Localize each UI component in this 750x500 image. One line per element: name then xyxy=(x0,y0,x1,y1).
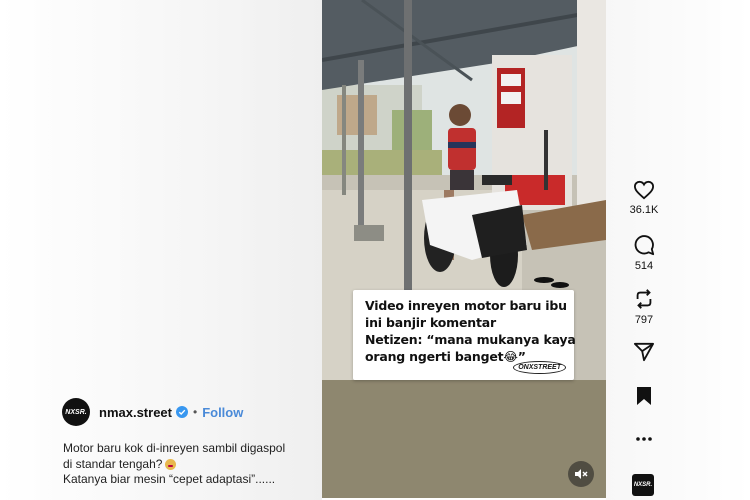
caption-line: Motor baru kok di-inreyen sambil digaspo… xyxy=(63,441,285,457)
video-frame xyxy=(322,0,606,498)
speaker-muted-icon xyxy=(575,469,588,479)
repost-count: 797 xyxy=(634,314,654,326)
comment-action: 514 xyxy=(628,234,660,272)
caption-text: Motor baru kok di-inreyen sambil digaspo… xyxy=(63,441,286,455)
bookmark-icon[interactable] xyxy=(635,386,653,406)
separator-dot: • xyxy=(192,405,198,419)
verified-badge-icon xyxy=(175,406,188,418)
audio-thumbnail[interactable]: NXSR. xyxy=(632,474,654,496)
more-action xyxy=(628,431,660,447)
overlay-line: Video inreyen motor baru ibu xyxy=(365,298,567,313)
heart-icon[interactable] xyxy=(633,180,655,200)
overlay-logo: ONXSTREET xyxy=(513,361,566,374)
share-action xyxy=(628,342,660,362)
like-count: 36.1K xyxy=(629,204,659,216)
author-username[interactable]: nmax.street xyxy=(99,405,172,420)
like-action: 36.1K xyxy=(628,180,660,216)
post-caption: Motor baru kok di-inreyen sambil digaspo… xyxy=(63,441,285,488)
repost-icon[interactable] xyxy=(633,288,655,310)
overlay-line: Netizen: “mana mukanya kaya xyxy=(365,332,576,347)
follow-button[interactable]: Follow xyxy=(202,405,243,420)
post-author: NXSR. nmax.street • Follow xyxy=(62,398,243,426)
share-icon[interactable] xyxy=(633,342,655,362)
caption-text: Katanya biar mesin “cepet adaptasi”.....… xyxy=(63,472,276,486)
avatar[interactable]: NXSR. xyxy=(62,398,90,426)
caption-text: di standar tengah? xyxy=(63,456,163,471)
comment-icon[interactable] xyxy=(633,234,655,256)
video-text-overlay: Video inreyen motor baru ibu ini banjir … xyxy=(353,290,576,380)
comment-count: 514 xyxy=(634,260,654,272)
more-icon[interactable] xyxy=(634,431,654,447)
overlay-line: orang ngerti banget😂” xyxy=(365,349,526,364)
video-player[interactable]: Video inreyen motor baru ibu ini banjir … xyxy=(322,0,606,498)
repost-action: 797 xyxy=(628,288,660,326)
mute-button[interactable] xyxy=(568,461,594,487)
save-action xyxy=(628,386,660,406)
overlay-line: ini banjir komentar xyxy=(365,315,496,330)
caption-line: Katanya biar mesin “cepet adaptasi”.....… xyxy=(63,472,285,488)
caption-line: di standar tengah? xyxy=(63,457,285,473)
emoji-icon xyxy=(165,458,177,470)
